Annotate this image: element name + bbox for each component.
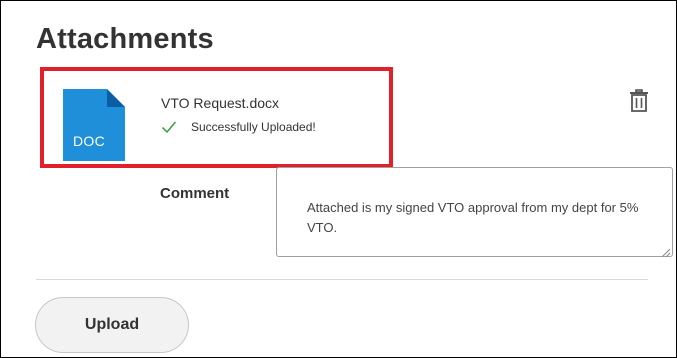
attachments-panel: Attachments DOC VTO Request.docx Success… — [0, 0, 677, 358]
upload-status-text: Successfully Uploaded! — [191, 120, 316, 134]
comment-textarea[interactable]: Attached is my signed VTO approval from … — [276, 167, 673, 258]
upload-button[interactable]: Upload — [35, 297, 189, 353]
doc-file-icon: DOC — [63, 89, 125, 161]
trash-icon[interactable] — [628, 88, 650, 114]
file-type-label: DOC — [73, 133, 106, 149]
file-name: VTO Request.docx — [161, 95, 280, 111]
comment-text: Attached is my signed VTO approval from … — [307, 200, 639, 235]
section-title: Attachments — [36, 23, 214, 55]
upload-status: Successfully Uploaded! — [161, 120, 316, 134]
resize-handle-icon[interactable] — [660, 244, 671, 258]
checkmark-icon — [161, 120, 177, 134]
divider — [36, 279, 648, 280]
comment-label: Comment — [160, 185, 230, 202]
